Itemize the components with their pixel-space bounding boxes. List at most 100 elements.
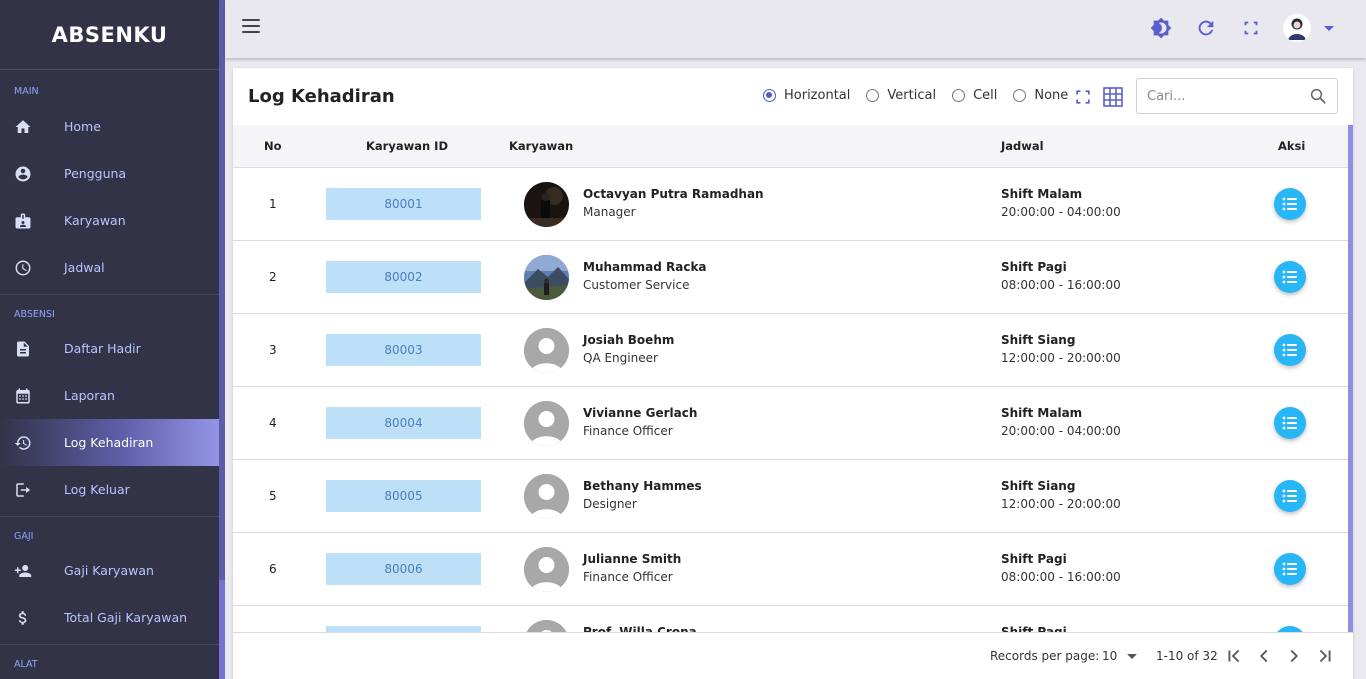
employee-avatar	[524, 547, 569, 592]
sidebar-item-label: Laporan	[64, 388, 115, 403]
records-per-page-caret-icon[interactable]	[1127, 654, 1137, 659]
row-action-button[interactable]	[1274, 407, 1306, 439]
row-number: 1	[269, 197, 277, 211]
sidebar-item-home[interactable]: Home	[0, 103, 219, 150]
sidebar-section-label: GAJI	[0, 516, 219, 547]
search-icon[interactable]	[1309, 87, 1327, 105]
table-row[interactable]: 1 80001 Octavyan Putra Ramadhan Manager Shif…	[233, 168, 1348, 241]
table-row[interactable]: 6 80006 Julianne Smith Finance Officer Shift…	[233, 533, 1348, 606]
list-icon	[1281, 341, 1299, 359]
table-row[interactable]: 7Prof. Willa CronaShift Pagi	[233, 606, 1348, 632]
row-action-button[interactable]	[1274, 480, 1306, 512]
radio-circle[interactable]	[763, 89, 776, 102]
radio-label: Cell	[973, 88, 998, 103]
row-action-button[interactable]	[1274, 553, 1306, 585]
shift-name: Shift Pagi	[1001, 552, 1067, 566]
grid-lines-radio-vertical[interactable]: Vertical	[866, 88, 936, 103]
table-row[interactable]: 3 80003 Josiah Boehm QA Engineer Shift Siang…	[233, 314, 1348, 387]
column-header-karyawan-id[interactable]: Karyawan ID	[366, 139, 448, 153]
search-field[interactable]	[1136, 78, 1338, 114]
employee-name: Vivianne Gerlach	[583, 406, 698, 420]
person-add-icon	[14, 562, 32, 580]
last-page-icon[interactable]	[1314, 645, 1336, 667]
employee-avatar	[524, 182, 569, 227]
table-row[interactable]: 2 80002 Muhammad Racka Customer Service Shif…	[233, 241, 1348, 314]
employee-avatar	[524, 328, 569, 373]
table-scrollbar-thumb[interactable]	[1348, 125, 1353, 632]
sidebar-item-label: Karyawan	[64, 213, 126, 228]
grid-lines-radio-cell[interactable]: Cell	[952, 88, 997, 103]
table-body: 1 80001 Octavyan Putra Ramadhan Manager Shif…	[233, 168, 1348, 632]
sidebar-item-label: Pengguna	[64, 166, 127, 181]
grid-lines-radio-none[interactable]: None	[1013, 88, 1068, 103]
sidebar-item-label: Log Kehadiran	[64, 435, 154, 450]
karyawan-id-badge[interactable]: 80004	[326, 407, 481, 439]
sidebar-item-jadwal[interactable]: Jadwal	[0, 244, 219, 291]
user-avatar[interactable]	[1283, 14, 1311, 42]
grid-lines-radio-horizontal[interactable]: Horizontal	[763, 88, 850, 103]
column-header-aksi: Aksi	[1278, 139, 1306, 153]
radio-circle[interactable]	[866, 89, 880, 102]
employee-name: Josiah Boehm	[583, 333, 675, 347]
sidebar-scrollbar-thumb[interactable]	[219, 0, 225, 580]
sidebar-scrollbar[interactable]	[219, 0, 225, 679]
sidebar-section-label: ABSENSI	[0, 294, 219, 325]
shift-name: Shift Siang	[1001, 479, 1076, 493]
radio-circle[interactable]	[952, 89, 966, 102]
sidebar: ABSENKU MAIN Home Pengguna Karyawan Jadwal AB…	[0, 0, 219, 679]
dollar-icon	[14, 609, 32, 627]
karyawan-id-badge[interactable]: 80003	[326, 334, 481, 366]
search-input[interactable]	[1137, 79, 1297, 113]
sidebar-item-label: Total Gaji Karyawan	[64, 610, 188, 625]
radio-label: Horizontal	[784, 88, 851, 103]
employee-avatar	[524, 401, 569, 446]
sidebar-item-gaji-karyawan[interactable]: Gaji Karyawan	[0, 547, 219, 594]
sidebar-item-log-keluar[interactable]: Log Keluar	[0, 466, 219, 513]
radio-circle[interactable]	[1013, 89, 1027, 102]
sidebar-item-laporan[interactable]: Laporan	[0, 372, 219, 419]
column-header-jadwal[interactable]: Jadwal	[1001, 139, 1044, 153]
grid-icon[interactable]	[1103, 87, 1123, 107]
table-scrollbar[interactable]	[1348, 125, 1353, 632]
karyawan-id-badge[interactable]: 80006	[326, 553, 481, 585]
row-action-button[interactable]	[1274, 188, 1306, 220]
fullscreen-table-icon[interactable]	[1073, 87, 1093, 107]
employee-avatar	[524, 255, 569, 300]
row-number: 6	[269, 562, 277, 576]
refresh-icon[interactable]	[1195, 17, 1217, 39]
column-header-karyawan[interactable]: Karyawan	[509, 139, 573, 153]
karyawan-id-badge[interactable]: 80002	[326, 261, 481, 293]
records-per-page-select[interactable]: 10	[1102, 649, 1117, 663]
sidebar-item-daftar-hadir[interactable]: Daftar Hadir	[0, 325, 219, 372]
table-header: No Karyawan ID Karyawan Jadwal Aksi	[233, 125, 1348, 168]
shift-time: 08:00:00 - 16:00:00	[1001, 570, 1121, 584]
table-row[interactable]: 5 80005 Bethany Hammes Designer Shift Siang 1…	[233, 460, 1348, 533]
sidebar-item-label: Home	[64, 119, 101, 134]
brightness-icon[interactable]	[1150, 17, 1172, 39]
next-page-icon[interactable]	[1283, 645, 1305, 667]
previous-page-icon[interactable]	[1253, 645, 1275, 667]
radio-label: Vertical	[887, 88, 937, 103]
karyawan-id-badge[interactable]: 80001	[326, 188, 481, 220]
chevron-down-icon[interactable]	[1324, 26, 1334, 31]
list-icon	[1281, 195, 1299, 213]
sidebar-item-log-kehadiran[interactable]: Log Kehadiran	[0, 419, 219, 466]
sidebar-item-pengguna[interactable]: Pengguna	[0, 150, 219, 197]
employee-role: Designer	[583, 497, 637, 511]
fullscreen-icon[interactable]	[1240, 17, 1262, 39]
row-number: 3	[269, 343, 277, 357]
account-circle-icon	[14, 165, 32, 183]
table-row[interactable]: 4 80004 Vivianne Gerlach Finance Officer Shi…	[233, 387, 1348, 460]
first-page-icon[interactable]	[1223, 645, 1245, 667]
sidebar-item-karyawan[interactable]: Karyawan	[0, 197, 219, 244]
shift-time: 12:00:00 - 20:00:00	[1001, 351, 1121, 365]
karyawan-id-badge[interactable]: 80005	[326, 480, 481, 512]
row-number: 5	[269, 489, 277, 503]
shift-name: Shift Siang	[1001, 333, 1076, 347]
column-header-no[interactable]: No	[264, 139, 282, 153]
row-action-button[interactable]	[1274, 261, 1306, 293]
menu-toggle-icon[interactable]	[242, 19, 260, 37]
sidebar-item-total-gaji-karyawan[interactable]: Total Gaji Karyawan	[0, 594, 219, 641]
row-action-button[interactable]	[1274, 334, 1306, 366]
radio-label: None	[1034, 88, 1069, 103]
